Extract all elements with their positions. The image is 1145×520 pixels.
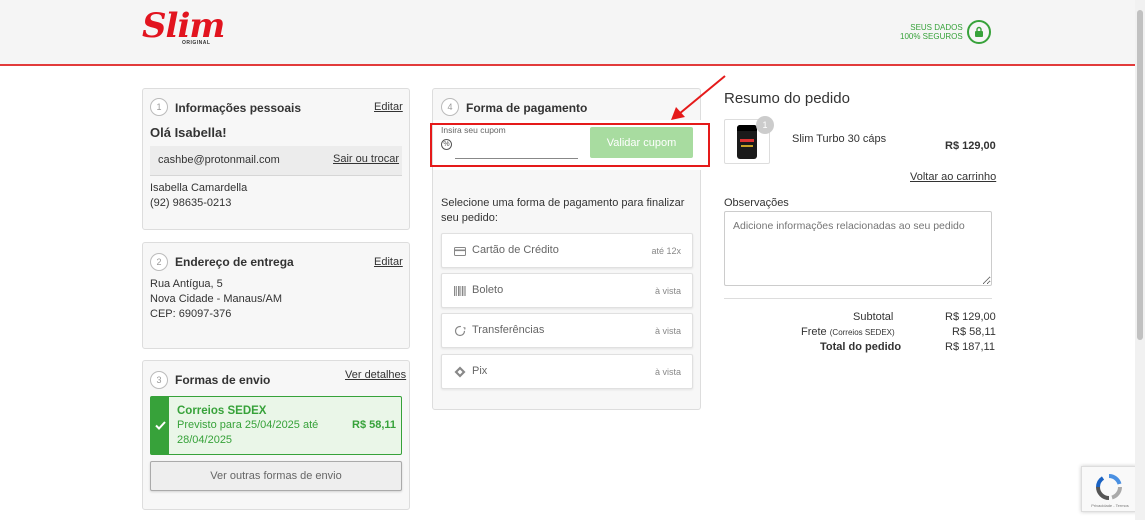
transfer-icon	[453, 324, 467, 338]
shipping-title: Formas de envio	[175, 373, 271, 387]
back-to-cart-link[interactable]: Voltar ao carrinho	[910, 171, 996, 183]
shipping-details-link[interactable]: Ver detalhes	[345, 369, 406, 381]
recaptcha-badge[interactable]: Privacidade - Termos	[1081, 466, 1137, 512]
edit-address-link[interactable]: Editar	[374, 256, 403, 268]
payment-title: Forma de pagamento	[466, 101, 588, 115]
barcode-icon	[453, 284, 467, 298]
customer-name: Isabella Camardella	[150, 182, 248, 194]
pix-icon	[453, 365, 467, 379]
summary-title: Resumo do pedido	[724, 90, 850, 107]
product-jar-image	[737, 125, 757, 159]
product-name: Slim Turbo 30 cáps	[792, 133, 887, 145]
personal-info-title: Informações pessoais	[175, 101, 302, 115]
payment-option-terms: à vista	[654, 286, 681, 296]
logo-subtitle: ORIGINAL	[182, 40, 211, 46]
check-icon	[151, 397, 169, 454]
payment-option-terms: à vista	[654, 326, 681, 336]
payment-option-credit-card[interactable]: Cartão de Crédito até 12x	[441, 233, 693, 268]
payment-option-label: Transferências	[472, 324, 545, 336]
total-label: Total do pedido	[820, 341, 902, 353]
secure-line2: 100% SEGUROS	[900, 32, 963, 41]
logout-switch-link[interactable]: Sair ou trocar	[333, 153, 399, 165]
payment-option-pix[interactable]: Pix à vista	[441, 354, 693, 389]
product-price: R$ 129,00	[945, 140, 996, 152]
address-title: Endereço de entrega	[175, 255, 294, 269]
shipping-option-name: Correios SEDEX	[177, 405, 267, 417]
shipping-cost-value: R$ 58,11	[952, 326, 996, 338]
payment-option-label: Pix	[472, 365, 488, 377]
payment-option-label: Boleto	[472, 284, 504, 296]
secure-line1: SEUS DADOS	[910, 23, 963, 32]
scrollbar-thumb[interactable]	[1137, 10, 1143, 340]
step-number: 4	[441, 98, 459, 116]
payment-instruction: Selecione uma forma de pagamento para fi…	[441, 197, 685, 224]
payment-option-terms: até 12x	[651, 246, 681, 256]
annotation-highlight-box	[430, 123, 710, 167]
shipping-carrier-text: (Correios SEDEX)	[829, 328, 895, 337]
shipping-eta-line2: 28/04/2025	[177, 434, 233, 446]
email-text: cashbe@protonmail.com	[158, 154, 280, 166]
address-street: Rua Antígua, 5	[150, 278, 223, 290]
customer-phone: (92) 98635-0213	[150, 197, 232, 209]
edit-personal-link[interactable]: Editar	[374, 101, 403, 113]
notes-label: Observações	[724, 197, 789, 209]
shipping-cost-label-text: Frete	[801, 326, 827, 338]
logo-text: Slim	[142, 6, 225, 46]
step-number: 3	[150, 371, 168, 389]
slim-logo[interactable]: Slim ORIGINAL	[142, 6, 225, 46]
shipping-price: R$ 58,11	[352, 419, 397, 431]
lock-icon	[966, 20, 991, 44]
payment-option-terms: à vista	[654, 367, 681, 377]
address-cep: CEP: 69097-376	[150, 308, 232, 320]
shipping-eta-line1: Previsto para 25/04/2025 até	[177, 419, 319, 431]
shipping-cost-label: Frete (Correios SEDEX)	[801, 325, 895, 340]
recaptcha-icon	[1096, 474, 1122, 500]
product-quantity-badge: 1	[756, 116, 774, 134]
payment-option-label: Cartão de Crédito	[472, 244, 559, 256]
site-header: Slim ORIGINAL SEUS DADOS 100% SEGUROS	[0, 0, 1135, 66]
summary-divider	[724, 298, 992, 299]
step-number: 1	[150, 98, 168, 116]
recaptcha-text: Privacidade - Termos	[1091, 503, 1129, 508]
greeting: Olá Isabella!	[150, 125, 227, 140]
payment-option-transfer[interactable]: Transferências à vista	[441, 313, 693, 348]
credit-card-icon	[453, 244, 467, 258]
subtotal-value: R$ 129,00	[945, 311, 996, 323]
annotation-arrow	[671, 75, 726, 120]
step-number: 2	[150, 253, 168, 271]
total-value: R$ 187,11	[945, 341, 995, 353]
subtotal-label: Subtotal	[853, 311, 894, 323]
payment-option-boleto[interactable]: Boleto à vista	[441, 273, 693, 308]
other-shipping-button[interactable]: Ver outras formas de envio	[150, 461, 402, 491]
notes-textarea[interactable]	[724, 211, 992, 286]
secure-badge: SEUS DADOS 100% SEGUROS	[900, 20, 991, 44]
vertical-scrollbar[interactable]	[1135, 0, 1145, 520]
address-city: Nova Cidade - Manaus/AM	[150, 293, 283, 305]
